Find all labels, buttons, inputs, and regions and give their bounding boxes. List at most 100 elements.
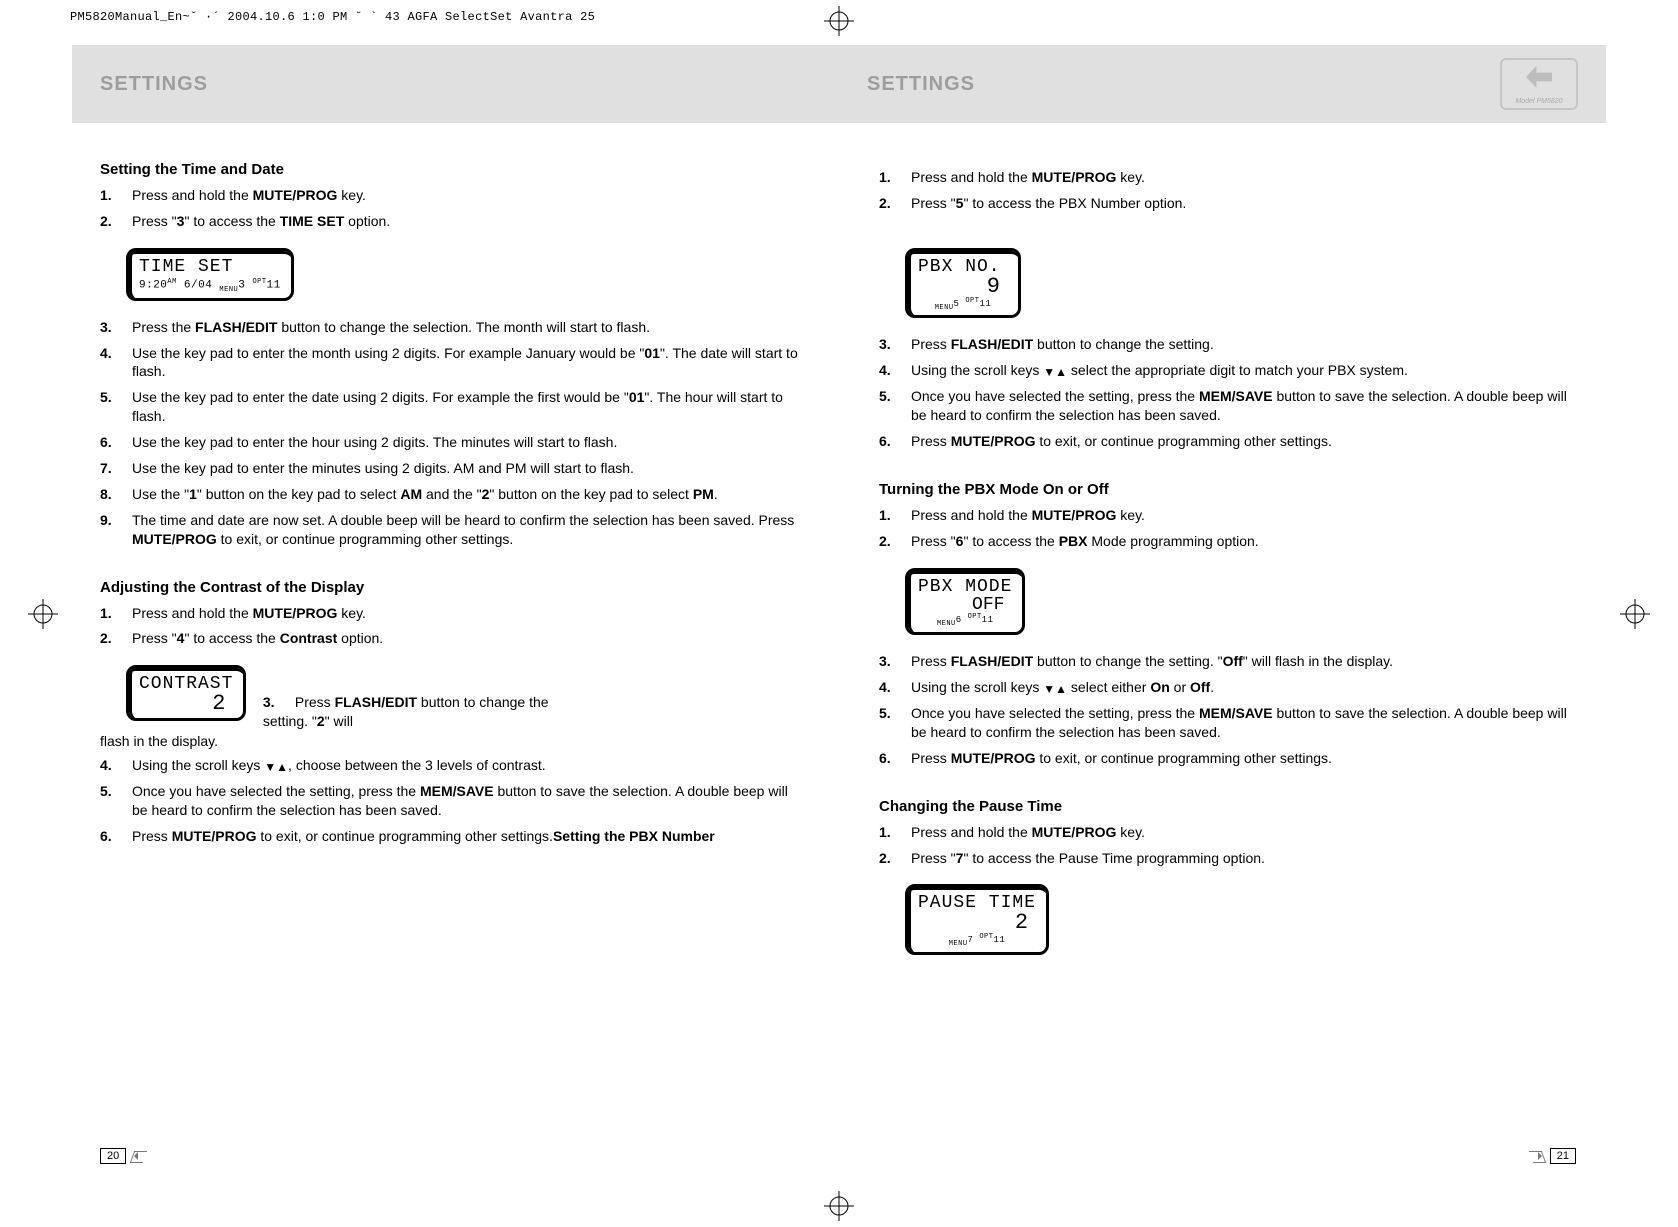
list-item: 9.The time and date are now set. A doubl… — [100, 511, 799, 549]
lcd-display: PBX MODE OFF MENU6 OPT11 — [905, 568, 1025, 635]
lcd-display: PBX NO. 9 MENU5 OPT11 — [905, 248, 1021, 319]
right-content: 1.Press and hold the MUTE/PROG key. 2.Pr… — [839, 123, 1606, 965]
step-text: Press and hold the MUTE/PROG key. — [911, 506, 1576, 525]
title-band: SETTINGS — [72, 45, 839, 123]
model-label: Model PM5820 — [1515, 98, 1562, 105]
list-item: 2.Press "5" to access the PBX Number opt… — [879, 194, 1576, 213]
step-number: 2. — [879, 849, 911, 868]
step-number: 2. — [100, 212, 132, 231]
section-heading: Turning the PBX Mode On or Off — [879, 481, 1576, 498]
registration-mark-icon — [28, 599, 58, 629]
list-item: 5.Once you have selected the setting, pr… — [879, 387, 1576, 425]
page-number: 21 — [1550, 1148, 1576, 1164]
list-item: 5.Once you have selected the setting, pr… — [100, 782, 799, 820]
lcd-line3: MENU5 OPT11 — [918, 297, 1008, 312]
step-number: 5. — [879, 387, 911, 425]
page-spread: SETTINGS Setting the Time and Date 1.Pre… — [72, 45, 1606, 1172]
step-number: 5. — [100, 388, 132, 426]
step-number: 2. — [879, 194, 911, 213]
list-item: 7.Use the key pad to enter the minutes u… — [100, 459, 799, 478]
step-text: Use the key pad to enter the minutes usi… — [132, 459, 799, 478]
step-text: Press MUTE/PROG to exit, or continue pro… — [911, 749, 1576, 768]
step-number: 5. — [100, 782, 132, 820]
step-list: 1.Press and hold the MUTE/PROG key. 2.Pr… — [100, 604, 799, 649]
step-number: 6. — [100, 433, 132, 452]
step-list: 1.Press and hold the MUTE/PROG key. 2.Pr… — [879, 168, 1576, 213]
lcd-line3: MENU7 OPT11 — [918, 933, 1036, 948]
print-job-header: PM5820Manual_En~ˇ ·´ 2004.10.6 1:0 PM ˘ … — [70, 10, 595, 24]
list-item: 2.Press "3" to access the TIME SET optio… — [100, 212, 799, 231]
inline-heading: Setting the PBX Number — [553, 828, 715, 844]
lcd-display: TIME SET 9:20AM 6/04 MENU3 OPT11 — [126, 248, 294, 301]
step-number: 3. — [879, 335, 911, 354]
step-list: 3.Press the FLASH/EDIT button to change … — [100, 318, 799, 549]
step-number: 9. — [100, 511, 132, 549]
lcd-display: CONTRAST 2 — [126, 665, 246, 721]
step-number: 5. — [879, 704, 911, 742]
page-number: 20 — [100, 1148, 126, 1164]
left-page: SETTINGS Setting the Time and Date 1.Pre… — [72, 45, 839, 1172]
step-text: Press and hold the MUTE/PROG key. — [911, 823, 1576, 842]
registration-mark-icon — [1620, 599, 1650, 629]
list-item: 6.Press MUTE/PROG to exit, or continue p… — [879, 432, 1576, 451]
page-title: SETTINGS — [867, 73, 975, 96]
step-text: Press and hold the MUTE/PROG key. — [911, 168, 1576, 187]
step-number: 4. — [100, 756, 132, 775]
lcd-big-value: 2 — [918, 913, 1036, 933]
list-item: 2.Press "7" to access the Pause Time pro… — [879, 849, 1576, 868]
step-text: Press FLASH/EDIT button to change the se… — [911, 652, 1576, 671]
page-arrow-icon — [132, 1149, 150, 1163]
list-item: 3.Press the FLASH/EDIT button to change … — [100, 318, 799, 337]
step-text: Once you have selected the setting, pres… — [911, 704, 1576, 742]
step-number: 4. — [879, 361, 911, 380]
step-text: Press MUTE/PROG to exit, or continue pro… — [132, 828, 553, 844]
step-text: Press MUTE/PROG to exit, or continue pro… — [911, 432, 1576, 451]
step-number: 1. — [879, 168, 911, 187]
step-number: 3. — [263, 693, 295, 712]
step-list: 3.Press FLASH/EDIT button to change the … — [879, 335, 1576, 451]
step-text-continuation: flash in the display. — [100, 733, 799, 749]
step-number: 7. — [100, 459, 132, 478]
list-item: 4.Using the scroll keys ▼▲ select either… — [879, 678, 1576, 697]
right-page: SETTINGS Model PM5820 1.Press and hold t… — [839, 45, 1606, 1172]
page-root: PM5820Manual_En~ˇ ·´ 2004.10.6 1:0 PM ˘ … — [0, 0, 1678, 1227]
lcd-big-value: OFF — [918, 597, 1012, 613]
step-number: 2. — [100, 629, 132, 648]
step-list: 1.Press and hold the MUTE/PROG key. 2.Pr… — [879, 823, 1576, 868]
step-text: Once you have selected the setting, pres… — [911, 387, 1576, 425]
step-list: 4.Using the scroll keys ▼▲, choose betwe… — [100, 756, 799, 820]
step-text: Press "5" to access the PBX Number optio… — [911, 194, 1576, 213]
step-text: Press and hold the MUTE/PROG key. — [132, 186, 799, 205]
section-heading: Setting the Time and Date — [100, 161, 799, 178]
step-text: Press "3" to access the TIME SET option. — [132, 212, 799, 231]
lcd-line1: PBX MODE — [918, 577, 1012, 597]
list-item: 3.Press FLASH/EDIT button to change the … — [879, 335, 1576, 354]
list-item: 1.Press and hold the MUTE/PROG key. — [100, 604, 799, 623]
step-number: 4. — [879, 678, 911, 697]
list-item: 5.Use the key pad to enter the date usin… — [100, 388, 799, 426]
registration-mark-icon — [824, 6, 854, 36]
step-number: 1. — [100, 186, 132, 205]
step-text: Use the key pad to enter the month using… — [132, 344, 799, 382]
list-item: 2.Press "6" to access the PBX Mode progr… — [879, 532, 1576, 551]
step-text: Using the scroll keys ▼▲, choose between… — [132, 756, 799, 775]
step-number: 6. — [100, 827, 132, 846]
step-number: 1. — [879, 506, 911, 525]
list-item: 1.Press and hold the MUTE/PROG key. — [879, 168, 1576, 187]
step-text: Press "6" to access the PBX Mode program… — [911, 532, 1576, 551]
list-item: 4.Use the key pad to enter the month usi… — [100, 344, 799, 382]
lcd-display: PAUSE TIME 2 MENU7 OPT11 — [905, 884, 1049, 955]
step-text: Use the key pad to enter the date using … — [132, 388, 799, 426]
list-item: 3.Press FLASH/EDIT button to change the … — [879, 652, 1576, 671]
list-item: 4.Using the scroll keys ▼▲, choose betwe… — [100, 756, 799, 775]
list-item: 6.Use the key pad to enter the hour usin… — [100, 433, 799, 452]
step-text: Press FLASH/EDIT button to change the se… — [263, 694, 549, 729]
section-heading: Changing the Pause Time — [879, 798, 1576, 815]
step-text: Press and hold the MUTE/PROG key. — [132, 604, 799, 623]
step-number: 1. — [879, 823, 911, 842]
step-list: 1.Press and hold the MUTE/PROG key. 2.Pr… — [879, 506, 1576, 551]
page-arrow-icon — [1526, 1149, 1544, 1163]
step-number: 3. — [100, 318, 132, 337]
step-text: Use the "1" button on the key pad to sel… — [132, 485, 799, 504]
step-text: Once you have selected the setting, pres… — [132, 782, 799, 820]
